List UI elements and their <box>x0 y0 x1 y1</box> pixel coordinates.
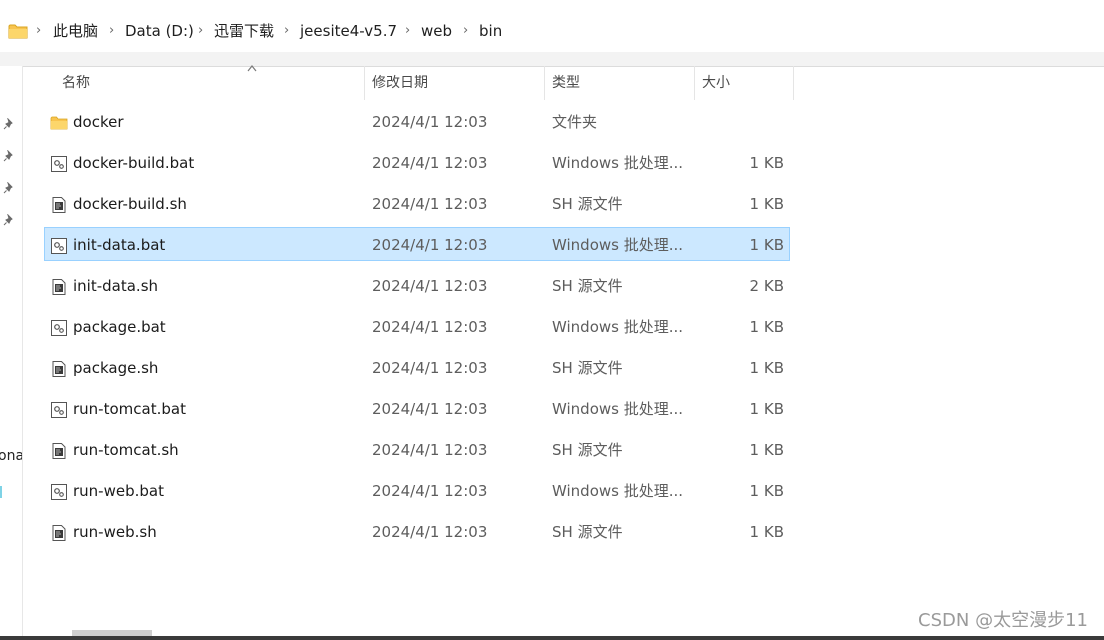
file-type: Windows 批处理... <box>552 482 684 500</box>
file-modified-date: 2024/4/1 12:03 <box>372 154 488 172</box>
file-size: 2 KB <box>749 277 784 295</box>
file-row[interactable]: docker-build.bat 2024/4/1 12:03 Windows 批处… <box>44 145 790 179</box>
watermark: CSDN @太空漫步11 <box>918 610 1088 631</box>
breadcrumb-item-web[interactable]: web <box>421 22 452 40</box>
script-file-icon <box>50 196 68 214</box>
chevron-right-icon[interactable]: › <box>405 23 410 39</box>
batch-file-icon <box>50 401 68 419</box>
file-size: 1 KB <box>749 523 784 541</box>
chevron-right-icon[interactable]: › <box>198 23 203 39</box>
file-modified-date: 2024/4/1 12:03 <box>372 482 488 500</box>
file-row[interactable]: run-tomcat.sh 2024/4/1 12:03 SH 源文件 1 KB <box>44 432 790 466</box>
script-file-icon <box>50 360 68 378</box>
file-row[interactable]: docker-build.sh 2024/4/1 12:03 SH 源文件 1 KB <box>44 186 790 220</box>
file-type: SH 源文件 <box>552 195 623 213</box>
file-row[interactable]: init-data.sh 2024/4/1 12:03 SH 源文件 2 KB <box>44 268 790 302</box>
batch-file-icon <box>50 319 68 337</box>
file-type: SH 源文件 <box>552 359 623 377</box>
file-type: 文件夹 <box>552 113 598 131</box>
chevron-right-icon[interactable]: › <box>284 23 289 39</box>
batch-file-icon <box>50 155 68 173</box>
breadcrumb-item-bin[interactable]: bin <box>479 22 502 40</box>
pin-icon[interactable] <box>3 182 15 194</box>
file-modified-date: 2024/4/1 12:03 <box>372 195 488 213</box>
pin-icon[interactable] <box>3 214 15 226</box>
file-row[interactable]: package.bat 2024/4/1 12:03 Windows 批处理... 1… <box>44 309 790 343</box>
breadcrumb-item-thunder-downloads[interactable]: 迅雷下载 <box>214 22 274 40</box>
breadcrumb-item-jeesite[interactable]: jeesite4-v5.7 <box>300 22 397 40</box>
file-modified-date: 2024/4/1 12:03 <box>372 277 488 295</box>
file-name: init-data.sh <box>73 277 159 295</box>
file-name: package.sh <box>73 359 159 377</box>
column-header-size[interactable]: 大小 <box>694 66 794 100</box>
breadcrumb-item-this-pc[interactable]: 此电脑 <box>53 22 98 40</box>
file-modified-date: 2024/4/1 12:03 <box>372 400 488 418</box>
file-row[interactable]: init-data.bat 2024/4/1 12:03 Windows 批处理..… <box>44 227 790 261</box>
file-name: init-data.bat <box>73 236 166 254</box>
script-file-icon <box>50 524 68 542</box>
file-modified-date: 2024/4/1 12:03 <box>372 359 488 377</box>
file-row[interactable]: run-web.sh 2024/4/1 12:03 SH 源文件 1 KB <box>44 514 790 548</box>
file-size: 1 KB <box>749 359 784 377</box>
file-modified-date: 2024/4/1 12:03 <box>372 113 488 131</box>
address-bar[interactable]: › 此电脑 › Data (D:) › 迅雷下载 › jeesite4-v5.7… <box>0 10 1104 53</box>
pin-icon[interactable] <box>3 150 15 162</box>
file-type: Windows 批处理... <box>552 154 684 172</box>
file-name: docker-build.bat <box>73 154 195 172</box>
script-file-icon <box>50 278 68 296</box>
column-divider[interactable] <box>793 66 794 100</box>
file-type: Windows 批处理... <box>552 236 684 254</box>
file-row[interactable]: run-web.bat 2024/4/1 12:03 Windows 批处理... 1… <box>44 473 790 507</box>
file-type: Windows 批处理... <box>552 400 684 418</box>
file-row[interactable]: package.sh 2024/4/1 12:03 SH 源文件 1 KB <box>44 350 790 384</box>
file-size: 1 KB <box>749 441 784 459</box>
file-name: run-web.sh <box>73 523 157 541</box>
window-bottom-edge <box>0 636 1104 640</box>
file-size: 1 KB <box>749 154 784 172</box>
batch-file-icon <box>50 237 68 255</box>
file-size: 1 KB <box>749 318 784 336</box>
file-size: 1 KB <box>749 195 784 213</box>
batch-file-icon <box>50 483 68 501</box>
folder-icon <box>8 24 28 39</box>
chevron-right-icon[interactable]: › <box>463 23 468 39</box>
file-type: SH 源文件 <box>552 523 623 541</box>
file-name: docker <box>73 113 124 131</box>
nav-accent-mark <box>0 486 2 498</box>
chevron-right-icon[interactable]: › <box>36 23 41 39</box>
navigation-pane[interactable]: ona <box>0 66 23 640</box>
file-modified-date: 2024/4/1 12:03 <box>372 236 488 254</box>
file-row[interactable]: docker 2024/4/1 12:03 文件夹 <box>44 104 790 138</box>
column-header-name[interactable]: 名称 <box>54 66 364 100</box>
file-name: run-tomcat.sh <box>73 441 179 459</box>
file-size: 1 KB <box>749 236 784 254</box>
folder-icon <box>50 114 68 132</box>
breadcrumb-item-drive-d[interactable]: Data (D:) <box>125 22 194 40</box>
file-type: Windows 批处理... <box>552 318 684 336</box>
file-name: run-tomcat.bat <box>73 400 186 418</box>
file-size: 1 KB <box>749 400 784 418</box>
file-type: SH 源文件 <box>552 441 623 459</box>
toolbar-strip <box>0 52 1104 67</box>
chevron-right-icon[interactable]: › <box>109 23 114 39</box>
file-name: package.bat <box>73 318 166 336</box>
column-header-modified[interactable]: 修改日期 <box>364 66 544 100</box>
file-name: run-web.bat <box>73 482 164 500</box>
file-type: SH 源文件 <box>552 277 623 295</box>
column-header-row: 名称 修改日期 类型 大小 <box>44 65 794 100</box>
file-modified-date: 2024/4/1 12:03 <box>372 318 488 336</box>
file-row[interactable]: run-tomcat.bat 2024/4/1 12:03 Windows 批处理.… <box>44 391 790 425</box>
file-modified-date: 2024/4/1 12:03 <box>372 441 488 459</box>
column-header-type[interactable]: 类型 <box>544 66 694 100</box>
pin-icon[interactable] <box>3 118 15 130</box>
file-modified-date: 2024/4/1 12:03 <box>372 523 488 541</box>
file-size: 1 KB <box>749 482 784 500</box>
nav-item-label[interactable]: ona <box>0 448 22 464</box>
script-file-icon <box>50 442 68 460</box>
file-name: docker-build.sh <box>73 195 187 213</box>
